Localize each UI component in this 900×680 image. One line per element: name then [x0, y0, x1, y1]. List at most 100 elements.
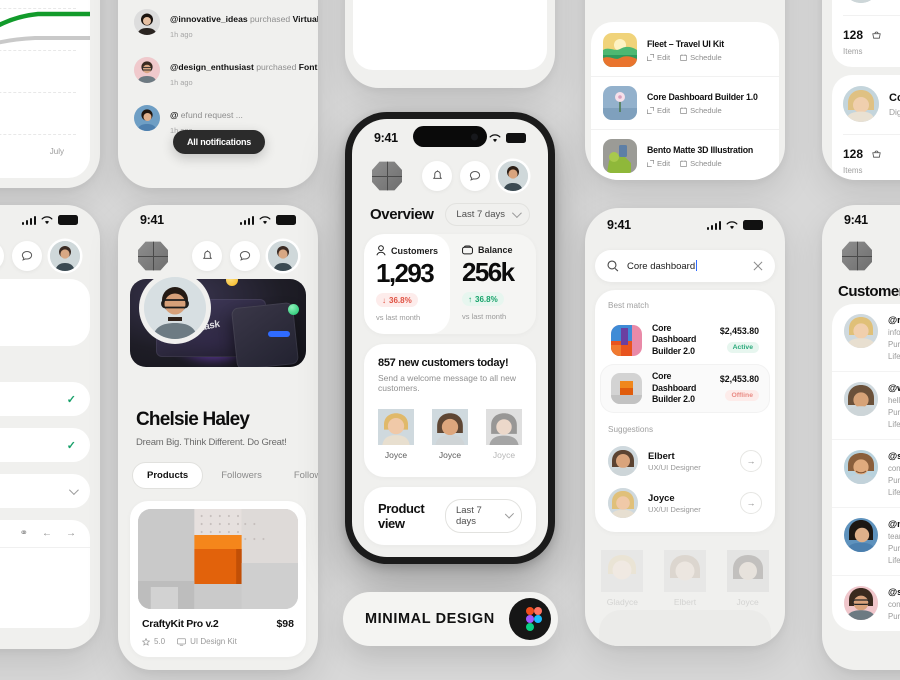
person-name: Gladyce	[606, 596, 638, 607]
edit-label: Edit	[657, 158, 671, 168]
list-item[interactable]: Joyce UX/UI Designer →	[595, 482, 775, 524]
table-row[interactable]: @se conta Purch	[832, 576, 900, 631]
result-meta: $2,453.80 Offline	[720, 374, 759, 402]
redo-icon[interactable]: →	[66, 528, 76, 539]
chat-bubble-icon[interactable]	[12, 241, 42, 271]
suggestion-role: UX/UI Designer	[648, 462, 701, 472]
chat-bubble-icon[interactable]	[230, 241, 260, 271]
customer-email: info@	[888, 328, 900, 337]
customer-card[interactable]: Cora Digital 128 Items	[832, 75, 900, 180]
edit-icon	[647, 159, 654, 167]
avatar	[134, 105, 160, 131]
search-input[interactable]: Core dashboard	[627, 260, 745, 272]
notif-target: efund request ...	[180, 110, 243, 120]
chat-bubble-icon[interactable]	[460, 161, 490, 191]
table-row[interactable]: @rac info@ Purch Lifetim	[832, 304, 900, 372]
close-icon[interactable]	[753, 261, 763, 271]
avatar[interactable]	[50, 241, 80, 271]
list-item[interactable]: Elbert	[663, 549, 706, 610]
schedule-button[interactable]: Schedule	[680, 106, 722, 115]
notification-bell-icon[interactable]	[0, 241, 4, 271]
ghost-people-row: Gladyce Elbert Joyce	[591, 549, 779, 610]
editor-toolbar: ⚭ ← →	[0, 520, 90, 549]
search-icon	[607, 260, 619, 272]
validated-field-2[interactable]: ✓	[0, 428, 90, 463]
select-field[interactable]	[0, 474, 90, 509]
date-range-select[interactable]: Last 7 days	[444, 498, 522, 533]
link-icon[interactable]: ⚭	[20, 528, 28, 539]
hint-line: 88x288 px size	[0, 306, 76, 319]
stat-customers[interactable]: Customers 1,293 ↓ 36.8% vs last month	[364, 234, 451, 334]
timestamp: 1h ago	[170, 30, 193, 39]
list-item[interactable]: Elbert UX/UI Designer →	[595, 440, 775, 482]
result-meta: $2,453.80 Active	[720, 326, 759, 354]
arrow-right-icon[interactable]: →	[740, 491, 762, 514]
editor-body[interactable]	[0, 548, 90, 628]
editor-card: B I U ☺ ⚭ ← →	[353, 0, 547, 70]
status-bar: 9:41	[585, 208, 785, 242]
table-row[interactable]: @sta conne Purch Lifetim	[832, 440, 900, 508]
avatar	[663, 549, 706, 592]
list-item[interactable]: Core Dashboard Builder 1.0 Edit Schedule	[591, 77, 779, 130]
profile-avatar[interactable]	[144, 277, 206, 339]
figma-icon	[509, 598, 551, 640]
tab-following[interactable]: Following	[280, 463, 318, 488]
avatar[interactable]	[268, 241, 298, 271]
avatar[interactable]	[498, 161, 528, 191]
monitor-icon	[177, 637, 187, 646]
list-item[interactable]: Gladyce	[601, 549, 644, 610]
edit-button[interactable]: Edit	[647, 53, 670, 62]
list-item[interactable]: Joyce	[726, 549, 769, 610]
list-item[interactable]: Bento Matte 3D Illustration Edit Schedul…	[591, 130, 779, 180]
edit-button[interactable]: Edit	[647, 106, 670, 115]
table-row[interactable]: Core Dashboard Builder 2.0 $2,453.80 Act…	[600, 316, 770, 364]
all-notifications-tooltip[interactable]: All notifications	[173, 130, 266, 154]
search-bar[interactable]: Core dashboard	[595, 250, 775, 282]
table-row[interactable]: @nig teamo Purch Lifetim	[832, 508, 900, 576]
minimal-design-chip[interactable]: MINIMAL DESIGN	[343, 592, 558, 646]
app-header	[352, 155, 548, 191]
decorative-sphere-green	[288, 304, 299, 315]
stats-card: Customers 1,293 ↓ 36.8% vs last month Ba…	[364, 234, 536, 334]
date-range-select[interactable]: Last 7 days	[445, 203, 530, 226]
schedule-card: Fleet – Travel UI Kit Edit Schedule Core…	[591, 22, 779, 180]
wifi-icon	[489, 134, 501, 143]
list-item[interactable]: @design_enthusiast purchased Font... 1h …	[118, 48, 318, 96]
item-thumbnail	[603, 139, 637, 173]
product-meta: CraftyKit Pro v.2 $98	[138, 618, 298, 630]
list-item[interactable]: Fleet – Travel UI Kit Edit Schedule	[591, 24, 779, 77]
schedule-button[interactable]: Schedule	[680, 53, 722, 62]
customers-top-panel: Cam Digital 128 Items Cora Digital	[822, 0, 900, 180]
validated-field-1[interactable]: ✓	[0, 382, 90, 417]
stat-label-row: Customers	[376, 245, 438, 256]
list-item[interactable]: Joyce	[486, 408, 522, 463]
list-item[interactable]: Joyce	[432, 408, 468, 463]
avatar	[134, 57, 160, 83]
customer-card[interactable]: Cam Digital 128 Items	[832, 0, 900, 67]
undo-icon[interactable]: ←	[42, 528, 52, 539]
edit-button[interactable]: Edit	[647, 159, 670, 168]
item-thumbnail	[603, 86, 637, 120]
customer-purchases: Purch	[888, 476, 900, 485]
stat-balance[interactable]: Balance 256k ↑ 36.8% vs last month	[450, 234, 536, 334]
suggestion-role: UX/UI Designer	[648, 504, 701, 514]
list-item[interactable]: @innovative_ideas purchased Virtual... 1…	[118, 0, 318, 48]
tab-followers[interactable]: Followers	[207, 463, 276, 488]
arrow-right-icon[interactable]: →	[740, 449, 762, 472]
table-row[interactable]: @wh hello@ Purch Lifetim	[832, 372, 900, 440]
notification-bell-icon[interactable]	[422, 161, 452, 191]
list-item[interactable]: Joyce	[378, 408, 414, 463]
app-logo-icon	[372, 161, 402, 191]
avatar	[608, 487, 638, 518]
page-title: Overview	[370, 206, 434, 223]
rich-text-editor[interactable]: ⚭ ← →	[0, 520, 90, 629]
app-header	[0, 235, 100, 271]
table-row[interactable]: Core Dashboard Builder 2.0 $2,453.80 Off…	[600, 364, 770, 413]
notification-bell-icon[interactable]	[192, 241, 222, 271]
tab-products[interactable]: Products	[132, 462, 204, 489]
schedule-button[interactable]: Schedule	[680, 159, 722, 168]
editor-body[interactable]	[353, 0, 547, 47]
search-results-card: Best match Core Dashboard Builder 2.0 $2…	[595, 290, 775, 532]
wifi-icon	[726, 221, 738, 230]
product-card[interactable]: CraftyKit Pro v.2 $98 5.0 UI Design Kit	[130, 501, 306, 657]
